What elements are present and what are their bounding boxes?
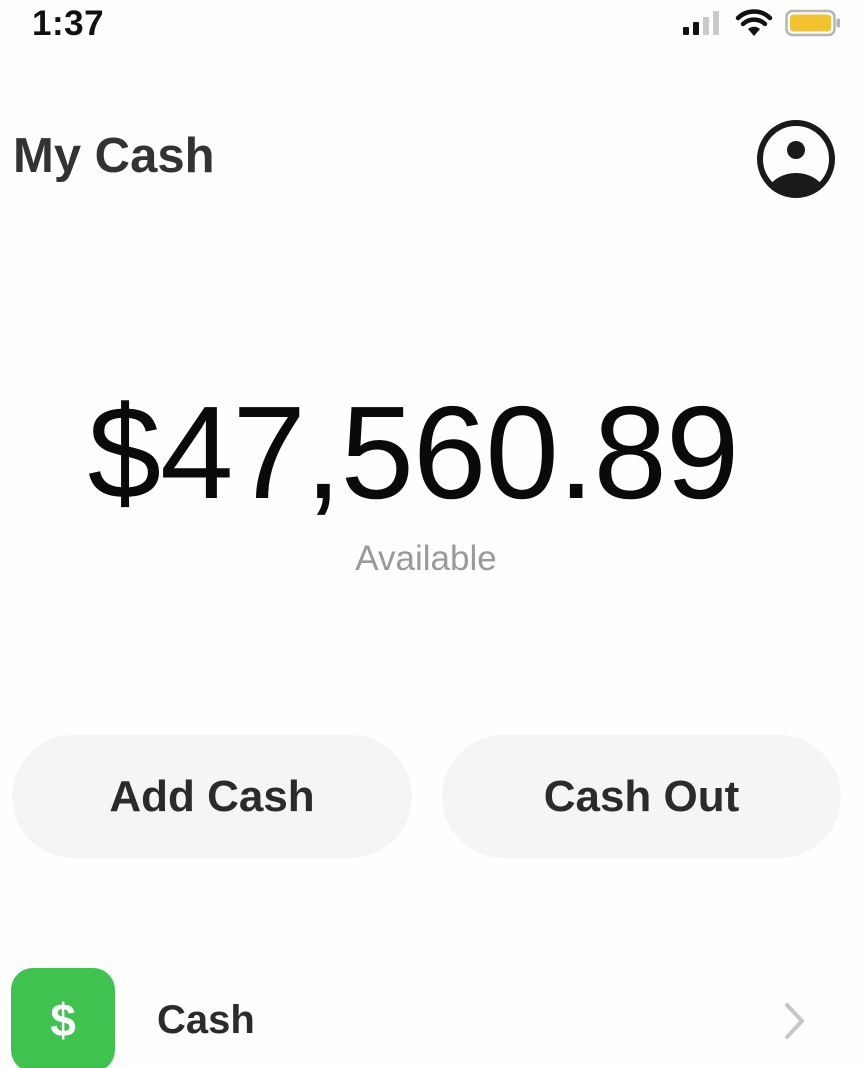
status-time: 1:37 [32, 4, 105, 43]
wifi-icon [735, 9, 773, 36]
my-cash-screen: 1:37 My Cash $47,560.89 Available Add Ca… [0, 0, 861, 1068]
status-icons [681, 9, 841, 37]
cash-out-button[interactable]: Cash Out [442, 735, 841, 858]
profile-icon [757, 120, 835, 198]
list-item-label: Cash [157, 998, 255, 1042]
signal-icon [683, 11, 719, 35]
profile-button[interactable] [754, 117, 838, 201]
dollar-icon: $ [11, 968, 115, 1068]
add-cash-button[interactable]: Add Cash [12, 735, 412, 858]
chevron-right-icon [785, 1003, 804, 1039]
list-item-cash[interactable]: $ Cash [0, 955, 861, 1068]
battery-icon [785, 9, 840, 37]
status-bar: 1:37 [0, 0, 861, 60]
page-title: My Cash [13, 129, 215, 183]
balance-amount: $47,560.89 [87, 379, 740, 526]
balance-caption: Available [355, 539, 497, 578]
